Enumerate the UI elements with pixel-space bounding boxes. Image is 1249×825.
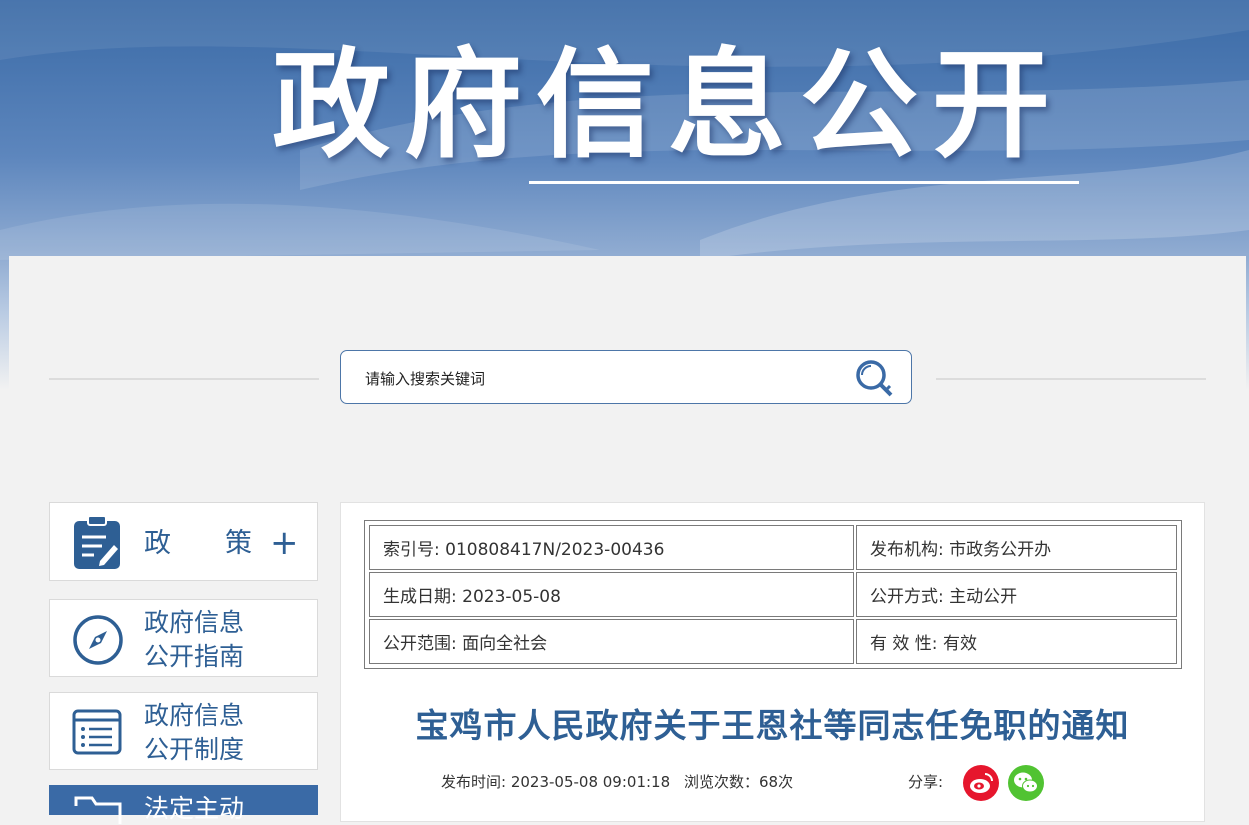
compass-icon xyxy=(73,615,123,665)
search-button[interactable] xyxy=(851,358,899,398)
sidebar-item-policy[interactable]: 政 策 + xyxy=(49,502,318,581)
sidebar-item-system[interactable]: 政府信息 公开制度 xyxy=(49,692,318,770)
document-info-table: 索引号: 010808417N/2023-00436 发布机构: 市政务公开办 … xyxy=(364,520,1182,669)
search-input[interactable] xyxy=(363,364,847,394)
info-publisher: 发布机构: 市政务公开办 xyxy=(856,525,1177,570)
expand-plus-icon[interactable]: + xyxy=(270,523,299,563)
document-title: 宝鸡市人民政府关于王恩社等同志任免职的通知 xyxy=(415,706,1130,745)
sidebar-item-statutory[interactable]: 法定主动 xyxy=(49,785,318,824)
folder-icon xyxy=(74,796,122,824)
info-scope: 公开范围: 面向全社会 xyxy=(369,619,854,664)
info-index-no: 索引号: 010808417N/2023-00436 xyxy=(369,525,854,570)
search-divider-left xyxy=(49,378,319,380)
search-key-icon xyxy=(856,360,893,397)
document-panel: 索引号: 010808417N/2023-00436 发布机构: 市政务公开办 … xyxy=(340,502,1205,822)
search-box xyxy=(340,350,912,404)
info-validity: 有 效 性: 有效 xyxy=(856,619,1177,664)
weibo-glyph-icon xyxy=(970,773,993,793)
banner-title: 政府信息公开 xyxy=(272,36,1065,174)
banner-underline xyxy=(529,181,1079,184)
view-count: 浏览次数：68次 xyxy=(684,773,794,791)
wechat-glyph-icon xyxy=(1014,772,1038,793)
share-label: 分享: xyxy=(908,773,944,791)
sidebar-item-label: 政 策 xyxy=(144,528,252,559)
publish-time: 发布时间: 2023-05-08 09:01:18 xyxy=(441,773,671,791)
sidebar-item-guide[interactable]: 政府信息 公开指南 xyxy=(49,599,318,677)
info-disclosure-method: 公开方式: 主动公开 xyxy=(856,572,1177,617)
sidebar-item-label: 公开指南 xyxy=(144,642,245,671)
weibo-share-icon[interactable] xyxy=(963,765,999,801)
sidebar-item-label: 政府信息 xyxy=(144,608,245,637)
search-divider-right xyxy=(936,378,1206,380)
sidebar-item-label: 政府信息 xyxy=(144,701,245,730)
wechat-share-icon[interactable] xyxy=(1008,765,1044,801)
sidebar-item-label: 公开制度 xyxy=(144,735,245,764)
info-created-date: 生成日期: 2023-05-08 xyxy=(369,572,854,617)
document-list-icon xyxy=(72,709,122,755)
sidebar-item-label: 法定主动 xyxy=(144,794,245,823)
clipboard-icon xyxy=(74,515,120,569)
